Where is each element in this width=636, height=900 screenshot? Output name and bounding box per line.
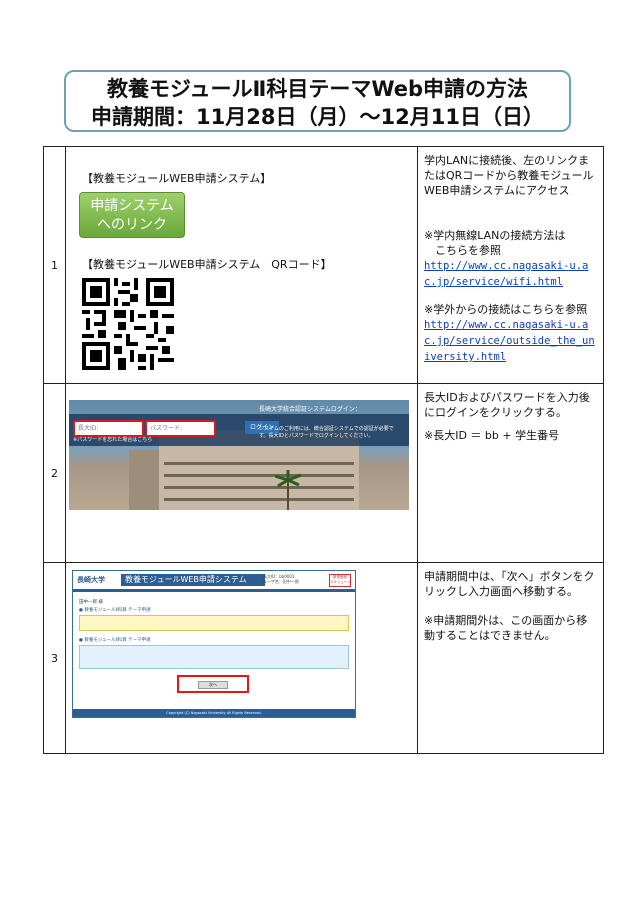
- button-line-2: へのリンク: [97, 217, 167, 233]
- palm-tree-icon: [275, 470, 301, 510]
- system-screenshot: 長崎大学 教養モジュールWEB申請システム 長大ID：bb0001 ユーザ名：田…: [72, 570, 356, 718]
- outside-note: ※学外からの接続はこちらを参照: [424, 303, 588, 316]
- app-title: 教養モジュールWEB申請システム: [121, 574, 265, 586]
- row-number: 1: [43, 146, 66, 384]
- building-window: [164, 474, 354, 477]
- row-3-instructions: 申請期間中は、「次へ」ボタンをクリックし入力画面へ移動する。 ※申請期間外は、こ…: [417, 562, 604, 754]
- login-notice: システムのご利用には、統合認証システムでの認証が必要です。長大IDとパスワードで…: [259, 426, 394, 439]
- application-system-link-button[interactable]: 申請システム へのリンク: [79, 192, 185, 238]
- building-window: [164, 486, 354, 489]
- next-button-highlight[interactable]: 次へ: [177, 675, 249, 693]
- university-logo: 長崎大学: [77, 576, 105, 584]
- row-1-content: 【教養モジュールWEB申請システム】 申請システム へのリンク 【教養モジュール…: [65, 146, 418, 384]
- footer: Copyright (C) Nagasaki University All Ri…: [73, 709, 355, 717]
- login-heading: 長崎大学統合認証システムログイン：: [259, 406, 361, 413]
- id-field[interactable]: 長大ID:: [73, 420, 144, 437]
- menu-item[interactable]: ● 教養モジュールⅡ科目 テーマ申請: [79, 637, 151, 643]
- row-number: 3: [43, 562, 66, 754]
- menu-item[interactable]: ● 教養モジュールⅡ科目 テーマ申請: [79, 607, 151, 613]
- row-2-content: 長崎大学統合認証システムログイン： 長大ID: パスワード: ログイン システム…: [65, 383, 418, 563]
- row-number: 2: [43, 383, 66, 563]
- row-1-instructions: 学内LANに接続後、左のリンクまたはQRコードから教養モジュールWEB申請システ…: [417, 146, 604, 384]
- row-2-instructions: 長大IDおよびパスワードを入力後にログインをクリックする。 ※長大ID ＝ bb…: [417, 383, 604, 563]
- wifi-note: ※学内無線LANの接続方法は: [424, 229, 566, 242]
- forgot-password-link[interactable]: ※パスワードを忘れた場合はこちら: [73, 436, 152, 443]
- period-box: [79, 645, 349, 669]
- building-window: [164, 462, 354, 465]
- instruction-table: 1 【教養モジュールWEB申請システム】 申請システム へのリンク 【教養モジュ…: [43, 146, 604, 754]
- application-period: 申請期間：11月28日（月）～12月11日（日）: [91, 105, 544, 129]
- period-note: ※申請期間外は、この画面から移動することはできません。: [424, 614, 588, 642]
- title-box: 教養モジュールⅡ科目テーマWeb申請の方法 申請期間：11月28日（月）～12月…: [64, 70, 571, 132]
- qr-code-icon[interactable]: [82, 278, 174, 370]
- page-title: 教養モジュールⅡ科目テーマWeb申請の方法: [106, 77, 529, 101]
- system-label: 【教養モジュールWEB申請システム】: [82, 172, 272, 185]
- next-button[interactable]: 次へ: [198, 681, 228, 689]
- qr-label: 【教養モジュールWEB申請システム QRコード】: [82, 258, 332, 271]
- instruction-text: 申請期間中は、「次へ」ボタンをクリックし入力画面へ移動する。: [424, 570, 595, 598]
- status-badge: 新規登録 スケジュール: [329, 574, 351, 587]
- table-row: 2 長崎大学統合認証システムログイン： 長大ID: パスワード: ログイン シス…: [43, 383, 604, 563]
- password-field[interactable]: パスワード:: [145, 420, 216, 437]
- info-box: [79, 615, 349, 631]
- button-line-1: 申請システム: [90, 198, 174, 214]
- login-screenshot: 長崎大学統合認証システムログイン： 長大ID: パスワード: ログイン システム…: [69, 400, 409, 510]
- instruction-text: 学内LANに接続後、左のリンクまたはQRコードから教養モジュールWEB申請システ…: [424, 154, 594, 197]
- building-window: [164, 498, 354, 501]
- table-row: 3 長崎大学 教養モジュールWEB申請システム 長大ID：bb0001 ユーザ名…: [43, 562, 604, 754]
- table-row: 1 【教養モジュールWEB申請システム】 申請システム へのリンク 【教養モジュ…: [43, 146, 604, 384]
- row-3-content: 長崎大学 教養モジュールWEB申請システム 長大ID：bb0001 ユーザ名：田…: [65, 562, 418, 754]
- outside-link[interactable]: http://www.cc.nagasaki-u.ac.jp/service/o…: [424, 319, 595, 363]
- user-info: 長大ID：bb0001 ユーザ名：田中一郎: [263, 574, 299, 584]
- instruction-text: 長大IDおよびパスワードを入力後にログインをクリックする。: [424, 391, 590, 419]
- user-name: 田中一郎 様: [79, 600, 103, 605]
- wifi-note-2: こちらを参照: [424, 244, 501, 257]
- wifi-link[interactable]: http://www.cc.nagasaki-u.ac.jp/service/w…: [424, 260, 588, 288]
- id-note: ※長大ID ＝ bb + 学生番号: [424, 429, 560, 442]
